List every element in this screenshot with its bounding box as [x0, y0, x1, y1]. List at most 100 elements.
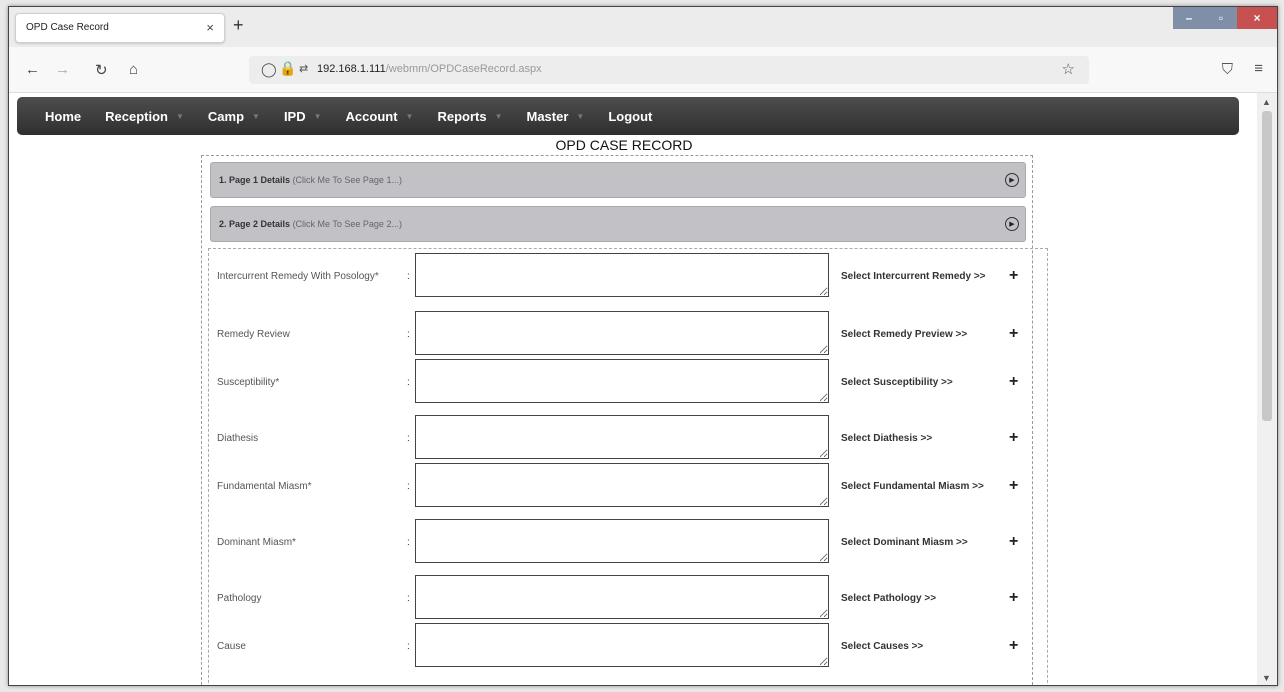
add-icon[interactable]: + [1009, 325, 1018, 343]
vertical-scrollbar[interactable]: ▲ ▼ [1257, 93, 1277, 685]
field-textarea[interactable] [415, 415, 829, 459]
select-link[interactable]: Select Dominant Miasm >> [841, 537, 968, 548]
menu-item-master[interactable]: Master ▼ [527, 109, 585, 124]
field-colon: : [407, 329, 410, 340]
expand-circle-icon[interactable]: ▶ [1005, 217, 1019, 231]
new-tab-icon[interactable]: + [233, 15, 244, 36]
address-bar[interactable]: ◯ 🔒 ⇄ 192.168.1.111/webmm/OPDCaseRecord.… [249, 56, 1089, 84]
menu-item-label: Reports [437, 108, 487, 124]
expand-circle-icon[interactable]: ▶ [1005, 173, 1019, 187]
scroll-thumb[interactable] [1262, 111, 1272, 421]
forward-icon[interactable]: → [55, 61, 70, 78]
pocket-icon[interactable]: ⛉ [1222, 61, 1233, 78]
menu-item-label: IPD [283, 108, 306, 124]
field-colon: : [407, 433, 410, 444]
field-textarea[interactable] [415, 359, 829, 403]
menu-item-label: Master [526, 108, 569, 124]
select-link[interactable]: Select Fundamental Miasm >> [841, 481, 984, 492]
field-colon: : [407, 377, 410, 388]
add-icon[interactable]: + [1009, 373, 1018, 391]
form-row: Cause: Select Causes >> + [209, 623, 1049, 669]
menu-item-home[interactable]: Home [45, 109, 81, 124]
menu-item-account[interactable]: Account ▼ [346, 109, 414, 124]
menu-item-camp[interactable]: Camp ▼ [208, 109, 260, 124]
field-label: Cause [217, 641, 246, 652]
section-label: 1. Page 1 Details (Click Me To See Page … [219, 175, 402, 185]
add-icon[interactable]: + [1009, 477, 1018, 495]
select-link[interactable]: Select Remedy Preview >> [841, 329, 967, 340]
scroll-down-icon[interactable]: ▼ [1262, 673, 1271, 683]
url-path: /webmm/OPDCaseRecord.aspx [385, 63, 542, 75]
reload-icon[interactable]: ↻ [95, 61, 108, 79]
permissions-icon[interactable]: ⇄ [299, 62, 308, 75]
section-page-1-details[interactable]: 1. Page 1 Details (Click Me To See Page … [210, 162, 1026, 198]
menu-item-label: Logout [608, 108, 653, 124]
menu-item-label: Account [345, 108, 398, 124]
form-row: Diathesis: Select Diathesis >> + [209, 415, 1049, 461]
dropdown-arrow-icon: ▼ [576, 111, 585, 121]
home-icon[interactable]: ⌂ [129, 61, 138, 78]
scroll-up-icon[interactable]: ▲ [1262, 97, 1271, 107]
browser-tab[interactable]: OPD Case Record × [15, 13, 225, 43]
bookmark-star-icon[interactable]: ☆ [1062, 60, 1075, 78]
menu-item-reception[interactable]: Reception ▼ [105, 109, 184, 124]
section-title: 2. Page 2 Details [219, 219, 291, 229]
field-textarea[interactable] [415, 253, 829, 297]
back-icon[interactable]: ← [25, 61, 40, 78]
add-icon[interactable]: + [1009, 267, 1018, 285]
field-colon: : [407, 641, 410, 652]
add-icon[interactable]: + [1009, 589, 1018, 607]
tracking-shield-icon[interactable]: ◯ [261, 61, 277, 78]
select-link[interactable]: Select Intercurrent Remedy >> [841, 271, 986, 282]
menu-item-ipd[interactable]: IPD ▼ [284, 109, 322, 124]
add-icon[interactable]: + [1009, 429, 1018, 447]
app-menu-bar: Home Reception ▼ Camp ▼ IPD ▼ Account ▼ Reports ▼ M… [17, 97, 1239, 135]
dropdown-arrow-icon: ▼ [313, 111, 322, 121]
form-row: Dominant Miasm*: Select Dominant Miasm >>… [209, 519, 1049, 565]
dropdown-arrow-icon: ▼ [252, 111, 260, 121]
tab-strip: OPD Case Record × + – ▫ × [9, 7, 1277, 47]
form-row: Susceptibility*: Select Susceptibility >>… [209, 359, 1049, 405]
page-title: OPD CASE RECORD [555, 137, 693, 153]
field-colon: : [407, 481, 410, 492]
section-page-2-details[interactable]: 2. Page 2 Details (Click Me To See Page … [210, 206, 1026, 242]
field-textarea[interactable] [415, 463, 829, 507]
page-viewport: Home Reception ▼ Camp ▼ IPD ▼ Account ▼ Reports ▼ M… [9, 93, 1259, 685]
field-label: Susceptibility* [217, 377, 280, 388]
field-textarea[interactable] [415, 311, 829, 355]
url-text[interactable]: 192.168.1.111/webmm/OPDCaseRecord.aspx [317, 63, 542, 75]
form-row: Pathology: Select Pathology >> + [209, 575, 1049, 621]
field-textarea[interactable] [415, 575, 829, 619]
field-colon: : [407, 537, 410, 548]
add-icon[interactable]: + [1009, 637, 1018, 655]
field-label: Pathology [217, 593, 262, 604]
select-link[interactable]: Select Causes >> [841, 641, 923, 652]
section-title: 1. Page 1 Details [219, 175, 291, 185]
form-row: Intercurrent Remedy With Posology*: Selec… [209, 253, 1049, 299]
tab-close-icon[interactable]: × [206, 20, 214, 35]
field-area: Intercurrent Remedy With Posology*: Selec… [208, 248, 1049, 685]
form-row: Fundamental Miasm*: Select Fundamental Mi… [209, 463, 1049, 509]
section-hint: (Click Me To See Page 1...) [292, 175, 402, 185]
select-link[interactable]: Select Susceptibility >> [841, 377, 953, 388]
hamburger-menu-icon[interactable]: ≡ [1254, 60, 1263, 77]
menu-item-label: Camp [207, 108, 245, 124]
minimize-icon[interactable]: – [1173, 7, 1205, 29]
menu-item-reports[interactable]: Reports ▼ [437, 109, 502, 124]
field-label: Remedy Review [217, 329, 290, 340]
field-colon: : [407, 271, 410, 282]
select-link[interactable]: Select Diathesis >> [841, 433, 932, 444]
dropdown-arrow-icon: ▼ [494, 111, 503, 121]
maximize-icon[interactable]: ▫ [1205, 7, 1237, 29]
field-textarea[interactable] [415, 623, 829, 667]
url-host: 192.168.1.111 [317, 63, 386, 75]
field-textarea[interactable] [415, 519, 829, 563]
select-link[interactable]: Select Pathology >> [841, 593, 936, 604]
window-close-icon[interactable]: × [1237, 7, 1277, 29]
window-controls: – ▫ × [1173, 7, 1277, 31]
add-icon[interactable]: + [1009, 533, 1018, 551]
dropdown-arrow-icon: ▼ [175, 111, 184, 121]
menu-item-logout[interactable]: Logout [608, 109, 652, 124]
tab-title: OPD Case Record [26, 22, 109, 33]
lock-icon[interactable]: 🔒 [279, 60, 296, 77]
